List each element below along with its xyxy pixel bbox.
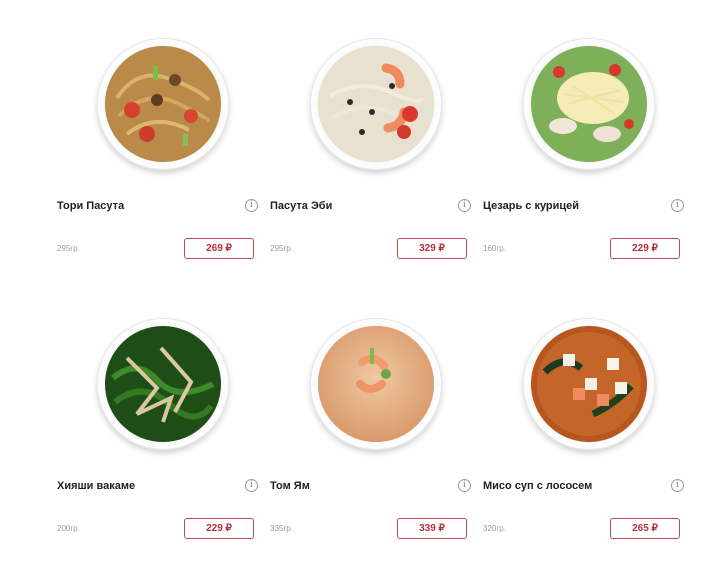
product-weight: 335гр.: [270, 524, 293, 533]
info-icon[interactable]: i: [671, 199, 684, 212]
product-weight: 295гр.: [57, 244, 80, 253]
product-weight: 295гр.: [270, 244, 293, 253]
info-icon[interactable]: i: [458, 199, 471, 212]
product-grid: Тори Пасута i 295гр. 269 ₽ Пасута Эби i …: [0, 0, 720, 582]
product-card-caesar[interactable]: Цезарь с курицей i 160гр. 229 ₽: [483, 0, 684, 259]
product-title[interactable]: Том Ям: [270, 480, 310, 492]
product-title[interactable]: Мисо суп с лососем: [483, 480, 592, 492]
product-card-pasuta-ebi[interactable]: Пасута Эби i 295гр. 329 ₽: [270, 0, 471, 259]
price-button[interactable]: 269 ₽: [184, 238, 254, 259]
dish-image-pasuta-ebi[interactable]: [310, 38, 442, 170]
product-title[interactable]: Тори Пасута: [57, 200, 124, 212]
dish-image-caesar[interactable]: [523, 38, 655, 170]
product-weight: 160гр.: [483, 244, 506, 253]
price-button[interactable]: 229 ₽: [184, 518, 254, 539]
product-weight: 320гр.: [483, 524, 506, 533]
price-button[interactable]: 265 ₽: [610, 518, 680, 539]
product-card-miso-salmon[interactable]: Мисо суп с лососем i 320гр. 265 ₽: [483, 280, 684, 539]
info-icon[interactable]: i: [245, 479, 258, 492]
price-button[interactable]: 339 ₽: [397, 518, 467, 539]
dish-image-tom-yam[interactable]: [310, 318, 442, 450]
product-title[interactable]: Хияши вакаме: [57, 480, 135, 492]
dish-image-tori-pasuta[interactable]: [97, 38, 229, 170]
product-card-tom-yam[interactable]: Том Ям i 335гр. 339 ₽: [270, 280, 471, 539]
price-button[interactable]: 329 ₽: [397, 238, 467, 259]
dish-image-miso-salmon[interactable]: [523, 318, 655, 450]
info-icon[interactable]: i: [458, 479, 471, 492]
info-icon[interactable]: i: [671, 479, 684, 492]
product-weight: 200гр.: [57, 524, 80, 533]
product-title[interactable]: Пасута Эби: [270, 200, 332, 212]
info-icon[interactable]: i: [245, 199, 258, 212]
product-title[interactable]: Цезарь с курицей: [483, 200, 579, 212]
dish-image-hiyashi-wakame[interactable]: [97, 318, 229, 450]
product-card-hiyashi-wakame[interactable]: Хияши вакаме i 200гр. 229 ₽: [57, 280, 258, 539]
product-card-tori-pasuta[interactable]: Тори Пасута i 295гр. 269 ₽: [57, 0, 258, 259]
price-button[interactable]: 229 ₽: [610, 238, 680, 259]
